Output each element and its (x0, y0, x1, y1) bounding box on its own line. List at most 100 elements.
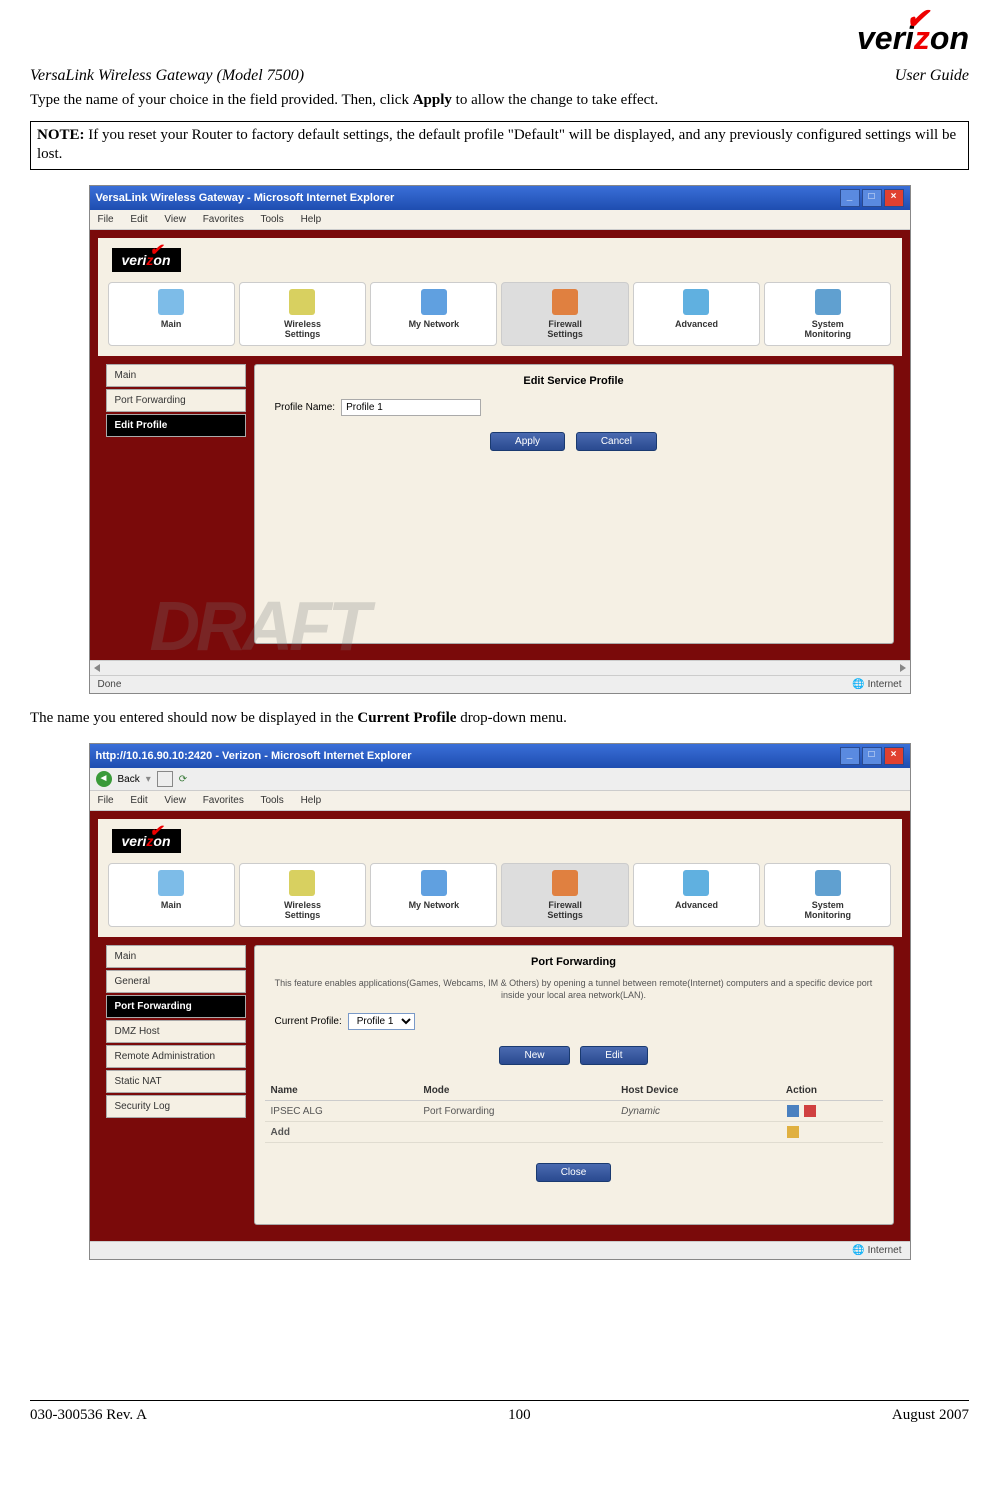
side-general[interactable]: General (106, 970, 246, 993)
col-host: Host Device (615, 1081, 780, 1101)
window-titlebar: VersaLink Wireless Gateway - Microsoft I… (90, 186, 910, 210)
menu-help[interactable]: Help (301, 214, 322, 225)
window-title: VersaLink Wireless Gateway - Microsoft I… (96, 192, 395, 204)
side-remoteadmin[interactable]: Remote Administration (106, 1045, 246, 1068)
cell-host: Dynamic (615, 1101, 780, 1122)
menu-favorites[interactable]: Favorites (203, 214, 244, 225)
status-bar: 🌐 Internet (90, 1241, 910, 1259)
side-main[interactable]: Main (106, 364, 246, 387)
verizon-logo-top: ✔ verizon (30, 20, 969, 57)
menu-help[interactable]: Help (301, 795, 322, 806)
add-icon[interactable] (787, 1126, 799, 1138)
port-forwarding-panel: Port Forwarding This feature enables app… (254, 945, 894, 1225)
nav-network[interactable]: My Network (370, 282, 497, 346)
side-securitylog[interactable]: Security Log (106, 1095, 246, 1118)
menu-favorites[interactable]: Favorites (203, 795, 244, 806)
minimize-icon[interactable]: _ (840, 747, 860, 765)
side-portfwd[interactable]: Port Forwarding (106, 389, 246, 412)
nav-firewall[interactable]: Firewall Settings (501, 282, 628, 346)
menu-file[interactable]: File (98, 795, 114, 806)
window-title: http://10.16.90.10:2420 - Verizon - Micr… (96, 750, 412, 762)
brand-row: ✔verizon (98, 238, 902, 282)
main-nav: Main Wireless Settings My Network Firewa… (98, 863, 902, 937)
maximize-icon[interactable]: □ (862, 747, 882, 765)
screenshot-edit-profile: VersaLink Wireless Gateway - Microsoft I… (89, 185, 911, 694)
brand-row: ✔verizon (98, 819, 902, 863)
nav-system[interactable]: System Monitoring (764, 282, 891, 346)
status-internet: 🌐 Internet (852, 679, 901, 690)
browser-menubar: File Edit View Favorites Tools Help (90, 210, 910, 230)
back-label[interactable]: Back (118, 774, 140, 785)
current-profile-label: Current Profile: (275, 1016, 342, 1027)
nav-main[interactable]: Main (108, 863, 235, 927)
panel-title: Port Forwarding (265, 956, 883, 968)
cell-name: IPSEC ALG (265, 1101, 418, 1122)
apply-button[interactable]: Apply (490, 432, 565, 451)
col-mode: Mode (417, 1081, 615, 1101)
doc-guide: User Guide (895, 67, 969, 85)
panel-description: This feature enables applications(Games,… (265, 978, 883, 1001)
panel-title: Edit Service Profile (265, 375, 883, 387)
minimize-icon[interactable]: _ (840, 189, 860, 207)
side-dmz[interactable]: DMZ Host (106, 1020, 246, 1043)
close-icon[interactable]: × (884, 747, 904, 765)
menu-file[interactable]: File (98, 214, 114, 225)
forwarding-table: Name Mode Host Device Action IPSEC ALG P… (265, 1081, 883, 1143)
nav-main[interactable]: Main (108, 282, 235, 346)
current-profile-select[interactable]: Profile 1 (348, 1013, 415, 1030)
nav-wireless[interactable]: Wireless Settings (239, 863, 366, 927)
delete-icon[interactable] (804, 1105, 816, 1117)
menu-view[interactable]: View (164, 214, 186, 225)
doc-header: VersaLink Wireless Gateway (Model 7500) … (30, 67, 969, 85)
table-row: IPSEC ALG Port Forwarding Dynamic (265, 1101, 883, 1122)
side-editprofile[interactable]: Edit Profile (106, 414, 246, 437)
side-main[interactable]: Main (106, 945, 246, 968)
note-box: NOTE: If you reset your Router to factor… (30, 121, 969, 170)
doc-footer: 030-300536 Rev. A 100 August 2007 (30, 1400, 969, 1424)
cell-action (780, 1101, 883, 1122)
menu-tools[interactable]: Tools (260, 214, 283, 225)
main-nav: Main Wireless Settings My Network Firewa… (98, 282, 902, 356)
horizontal-scrollbar[interactable] (90, 660, 910, 675)
window-titlebar: http://10.16.90.10:2420 - Verizon - Micr… (90, 744, 910, 768)
edit-button[interactable]: Edit (580, 1046, 647, 1065)
status-bar: Done 🌐 Internet (90, 675, 910, 693)
refresh-icon[interactable]: ⟳ (179, 774, 187, 785)
nav-firewall[interactable]: Firewall Settings (501, 863, 628, 927)
close-icon[interactable]: × (884, 189, 904, 207)
edit-profile-panel: Edit Service Profile Profile Name: Apply… (254, 364, 894, 644)
side-staticnat[interactable]: Static NAT (106, 1070, 246, 1093)
new-button[interactable]: New (499, 1046, 569, 1065)
footer-date: August 2007 (892, 1407, 969, 1424)
nav-advanced[interactable]: Advanced (633, 863, 760, 927)
profile-name-label: Profile Name: (275, 402, 336, 413)
nav-network[interactable]: My Network (370, 863, 497, 927)
footer-page: 100 (508, 1407, 531, 1424)
back-icon[interactable]: ◄ (96, 771, 112, 787)
browser-menubar: File Edit View Favorites Tools Help (90, 791, 910, 811)
menu-edit[interactable]: Edit (130, 795, 147, 806)
col-action: Action (780, 1081, 883, 1101)
status-done: Done (98, 679, 122, 690)
nav-wireless[interactable]: Wireless Settings (239, 282, 366, 346)
screenshot-port-forwarding: http://10.16.90.10:2420 - Verizon - Micr… (89, 743, 911, 1260)
paragraph-1: Type the name of your choice in the fiel… (30, 91, 969, 111)
cancel-button[interactable]: Cancel (576, 432, 657, 451)
side-menu: Main General Port Forwarding DMZ Host Re… (106, 945, 246, 1225)
side-portfwd[interactable]: Port Forwarding (106, 995, 246, 1018)
nav-advanced[interactable]: Advanced (633, 282, 760, 346)
add-link[interactable]: Add (265, 1122, 418, 1143)
cell-mode: Port Forwarding (417, 1101, 615, 1122)
stop-icon[interactable] (157, 771, 173, 787)
close-button[interactable]: Close (536, 1163, 612, 1182)
maximize-icon[interactable]: □ (862, 189, 882, 207)
profile-name-input[interactable] (341, 399, 481, 416)
menu-view[interactable]: View (164, 795, 186, 806)
edit-icon[interactable] (787, 1105, 799, 1117)
menu-edit[interactable]: Edit (130, 214, 147, 225)
doc-title: VersaLink Wireless Gateway (Model 7500) (30, 67, 304, 85)
col-name: Name (265, 1081, 418, 1101)
menu-tools[interactable]: Tools (260, 795, 283, 806)
nav-system[interactable]: System Monitoring (764, 863, 891, 927)
side-menu: Main Port Forwarding Edit Profile (106, 364, 246, 644)
